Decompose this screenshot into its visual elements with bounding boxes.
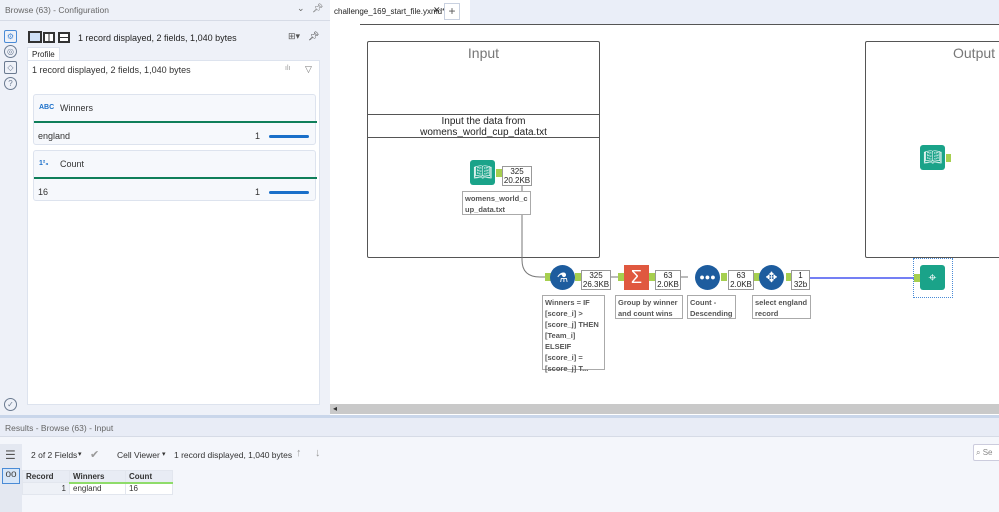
fields-selector[interactable]: 2 of 2 Fields <box>31 450 77 460</box>
tool-label: Winners = IF [score_i] > [score_j] THEN … <box>542 295 605 373</box>
field-card-count[interactable]: 1²₃ Count 16 1 <box>33 150 317 201</box>
tab-profile[interactable]: Profile <box>27 47 60 61</box>
split-horizontal-button[interactable] <box>58 32 70 43</box>
pin-icon[interactable]: 📌︎ <box>312 3 323 14</box>
value-frequency-bar <box>269 191 309 194</box>
layout-dropdown-icon[interactable]: ⊞▾ <box>288 31 300 42</box>
record-count-badge: 325 26.3KB <box>581 270 611 290</box>
formula-tool[interactable]: ⚗ <box>550 265 575 290</box>
collapse-chevron-icon[interactable]: ⌄ <box>297 3 305 14</box>
workflow-canvas[interactable]: challenge_169_start_file.yxmd* ✕ + Input… <box>330 0 999 415</box>
string-type-icon: ABC <box>39 104 55 111</box>
check-icon: ✓ <box>4 398 17 411</box>
fields-dropdown-icon[interactable]: ▾ <box>78 450 82 458</box>
tool-label: womens_world_cup_data.txt <box>462 191 531 215</box>
column-header-count[interactable]: Count <box>125 470 173 484</box>
cell-viewer-dropdown[interactable]: Cell Viewer <box>117 450 160 460</box>
record-count-badge: 325 20.2KB <box>502 166 532 186</box>
record-count-badge: 1 32b <box>791 270 810 290</box>
list-view-icon[interactable]: ☰ <box>5 448 16 462</box>
results-status: 1 record displayed, 1,040 bytes <box>174 450 293 460</box>
field-name: Winners <box>60 103 94 113</box>
horizontal-scrollbar[interactable]: ◂ <box>330 404 999 414</box>
connections <box>521 186 915 279</box>
field-name: Count <box>60 159 85 169</box>
output-data-tool[interactable]: 📖︎ <box>920 145 945 170</box>
field-count: 1 <box>255 131 261 141</box>
single-view-button[interactable] <box>28 31 42 43</box>
tool-label: Count - Descending <box>687 295 736 319</box>
scroll-down-arrow-icon[interactable]: ↓ <box>315 447 321 459</box>
field-card-winners[interactable]: ABC Winners england 1 <box>33 94 317 145</box>
cell-winners[interactable]: england <box>69 482 126 495</box>
field-value: england <box>38 131 71 141</box>
field-value: 16 <box>38 187 49 197</box>
value-frequency-bar <box>269 135 309 138</box>
tag-icon[interactable]: ◇ <box>4 61 17 74</box>
record-count-badge: 63 2.0KB <box>728 270 754 290</box>
apply-check-icon[interactable]: ✔ <box>90 448 99 461</box>
record-count-badge: 63 2.0KB <box>655 270 681 290</box>
viewer-dropdown-icon[interactable]: ▾ <box>162 450 166 458</box>
summarize-tool[interactable]: Σ <box>624 265 649 290</box>
profile-summary: 1 record displayed, 2 fields, 1,040 byte… <box>32 65 191 75</box>
table-row[interactable]: 1 england 16 <box>22 482 173 495</box>
filter-icon[interactable]: ▽ <box>305 64 312 75</box>
select-tool[interactable]: ✥ <box>759 265 784 290</box>
connection-icon[interactable]: ◎ <box>4 45 17 58</box>
split-vertical-button[interactable] <box>43 32 55 43</box>
pin-icon[interactable]: 📌︎ <box>308 31 319 42</box>
tool-label: Group by winner and count wins <box>615 295 683 319</box>
results-title: Results - Browse (63) - Input <box>5 423 114 433</box>
scroll-up-arrow-icon[interactable]: ↑ <box>296 447 302 459</box>
binoculars-icon[interactable]: oo <box>2 468 20 484</box>
column-header-winners[interactable]: Winners <box>69 470 126 484</box>
tool-label: select england record <box>752 295 811 319</box>
gear-icon[interactable]: ⚙ <box>4 30 17 43</box>
chart-icon[interactable]: ılı <box>285 65 290 72</box>
cell-count[interactable]: 16 <box>125 482 173 495</box>
field-count: 1 <box>255 187 261 197</box>
config-panel: Browse (63) - Configuration ⌄ 📌︎ ⚙ ◎ ◇ ?… <box>0 0 330 415</box>
input-data-tool[interactable]: 📖︎ <box>470 160 495 185</box>
results-table: Record Winners Count 1 england 16 <box>22 470 173 495</box>
sort-tool[interactable]: ●●● <box>695 265 720 290</box>
config-status: 1 record displayed, 2 fields, 1,040 byte… <box>78 33 237 43</box>
column-header-record[interactable]: Record <box>22 470 70 483</box>
config-panel-title: Browse (63) - Configuration <box>5 5 109 15</box>
results-panel: Results - Browse (63) - Input ☰ oo 2 of … <box>0 418 999 512</box>
browse-tool[interactable]: ⌖ <box>920 265 945 290</box>
cell-record[interactable]: 1 <box>22 482 70 495</box>
number-type-icon: 1²₃ <box>39 160 49 167</box>
help-icon[interactable]: ? <box>4 77 17 90</box>
search-input[interactable]: ⌕ Se <box>973 444 999 461</box>
